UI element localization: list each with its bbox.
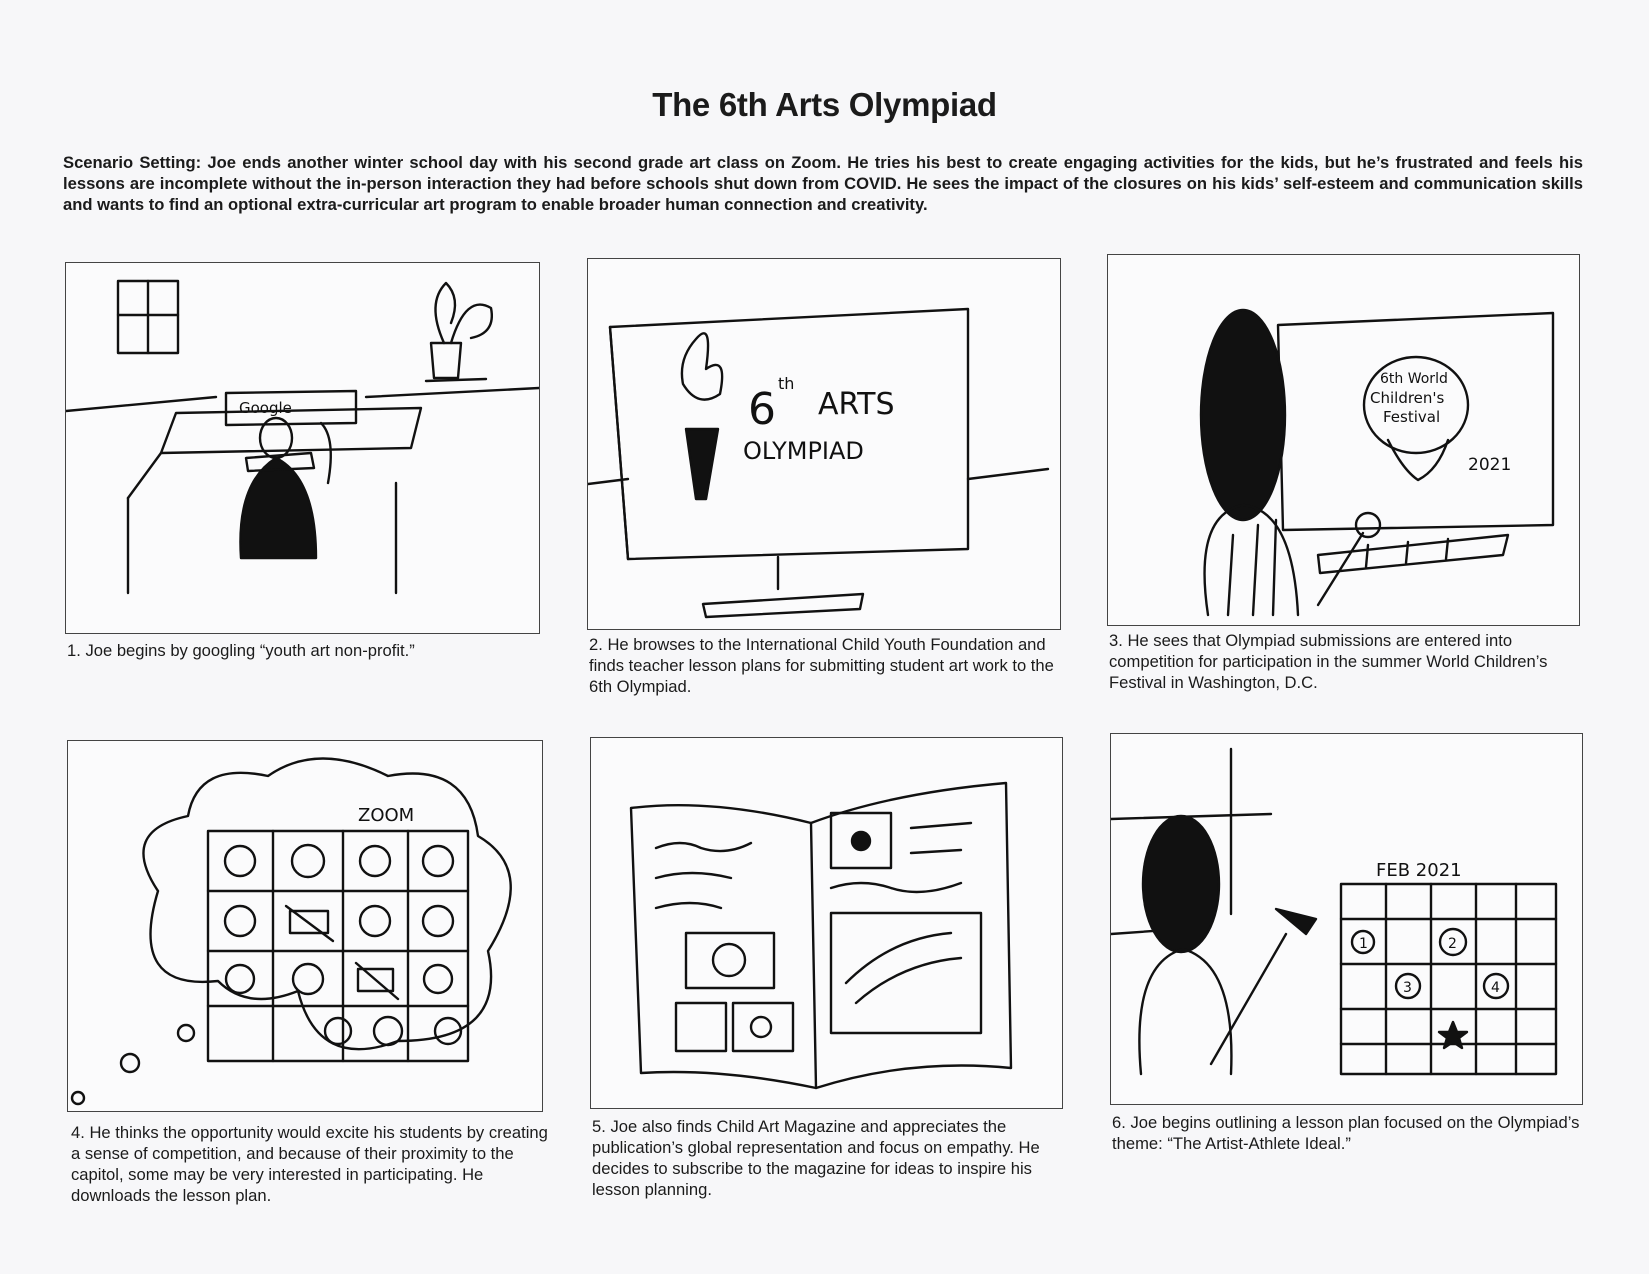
sketch-olympiad-site: 6 th ARTS OLYMPIAD <box>588 307 1050 619</box>
open-magazine-sketch <box>629 781 1013 1090</box>
torch-handle-sketch <box>684 427 720 501</box>
storyboard-panel-1: Google <box>65 262 540 634</box>
sketch-olympiad: OLYMPIAD <box>743 437 864 465</box>
panel-1-caption: 1. Joe begins by googling “youth art non… <box>67 641 415 660</box>
sketch-arts: ARTS <box>818 387 895 422</box>
sketch-day-4: 4 <box>1491 980 1500 996</box>
sketch-festival: Festival <box>1383 408 1440 426</box>
sketch-th: th <box>778 374 794 393</box>
storyboard-panel-3: 6th World Children's Festival 2021 <box>1107 254 1580 626</box>
sketch-calendar: FEB 2021 1 2 3 4 <box>1111 747 1558 1076</box>
google-text: Google <box>239 399 292 417</box>
panel-4-caption: 4. He thinks the opportunity would excit… <box>71 1123 548 1205</box>
joe-body-sketch <box>239 456 318 560</box>
sketch-6th-world: 6th World <box>1380 371 1448 387</box>
scenario-label: Scenario Setting: <box>63 153 202 172</box>
storyboard-panel-4: ZOOM <box>67 740 543 1112</box>
sketch-googling: Google <box>66 279 539 595</box>
panel-2-caption: 2. He browses to the International Child… <box>589 635 1054 696</box>
sketch-6: 6 <box>748 384 776 435</box>
joe-head-sketch <box>1141 814 1221 954</box>
sketch-2021: 2021 <box>1468 455 1511 475</box>
storyboard-panel-2: 6 th ARTS OLYMPIAD <box>587 258 1061 630</box>
scenario-text: Joe ends another winter school day with … <box>63 153 1583 214</box>
sketch-day-2: 2 <box>1448 936 1457 952</box>
torch-flame-sketch <box>680 332 724 401</box>
page-title: The 6th Arts Olympiad <box>652 86 997 123</box>
sketch-festival: 6th World Children's Festival 2021 <box>1199 308 1555 617</box>
joe-body-sketch <box>1138 947 1233 1076</box>
panel-3-caption: 3. He sees that Olympiad submissions are… <box>1109 631 1548 692</box>
keyboard-sketch <box>1316 533 1510 575</box>
sketch-zoom-thought: ZOOM <box>70 757 512 1106</box>
scenario-setting: Scenario Setting: Joe ends another winte… <box>63 152 1583 215</box>
sketch-zoom: ZOOM <box>358 805 414 826</box>
sketch-day-3: 3 <box>1403 980 1412 996</box>
sketch-day-1: 1 <box>1359 936 1368 952</box>
sketch-feb-2021: FEB 2021 <box>1376 860 1462 881</box>
storyboard-panel-5 <box>590 737 1063 1109</box>
sketch-magazine <box>629 781 1013 1090</box>
article-box-sketch <box>829 911 983 1035</box>
sketch-childrens: Children's <box>1370 389 1445 407</box>
storyboard-panel-6: FEB 2021 1 2 3 4 <box>1110 733 1583 1105</box>
panel-5-caption: 5. Joe also finds Child Art Magazine and… <box>592 1117 1040 1199</box>
plant-pot-sketch <box>429 341 463 380</box>
photo-sketch <box>684 931 776 990</box>
monitor-sketch <box>608 307 970 561</box>
panel-6-caption: 6. Joe begins outlining a lesson plan fo… <box>1112 1113 1580 1153</box>
zoom-grid-sketch <box>206 829 470 1063</box>
joe-head-sketch <box>1199 308 1287 522</box>
